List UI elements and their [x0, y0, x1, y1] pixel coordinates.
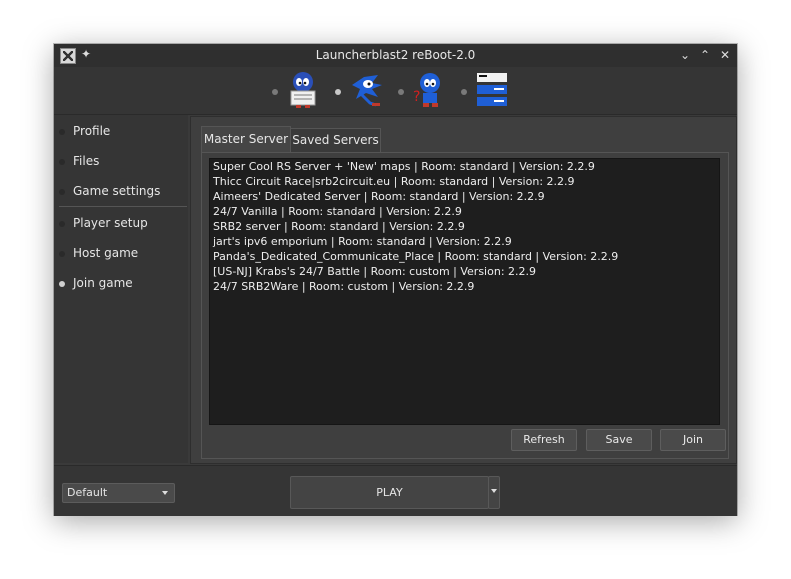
refresh-button[interactable]: Refresh: [511, 429, 577, 451]
server-list-item[interactable]: SRB2 server | Room: standard | Version: …: [213, 220, 713, 235]
sidebar-item-label: Player setup: [73, 216, 148, 230]
page-dot[interactable]: [398, 89, 404, 95]
sidebar-item-host-game[interactable]: Host game: [54, 243, 188, 265]
radio-bullet-icon: [59, 221, 65, 227]
play-button-label: PLAY: [376, 486, 403, 499]
thinking-mascot-icon[interactable]: ?: [411, 71, 447, 109]
save-button-label: Save: [605, 433, 633, 446]
sidebar-item-label: Host game: [73, 246, 139, 260]
server-list-item[interactable]: Thicc Circuit Race|srb2circuit.eu | Room…: [213, 175, 713, 190]
sidebar-item-join-game[interactable]: Join game: [54, 273, 188, 295]
svg-text:?: ?: [413, 89, 420, 105]
footer-bar: Default PLAY: [54, 465, 737, 516]
sidebar-divider: [59, 206, 187, 207]
join-button[interactable]: Join: [660, 429, 726, 451]
join-game-panel: Master Server Saved Servers Super Cool R…: [190, 116, 737, 464]
radio-bullet-icon: [59, 251, 65, 257]
tab-label: Master Server: [203, 132, 289, 146]
header-banner: ?: [54, 67, 737, 115]
profile-select-value: Default: [67, 486, 108, 499]
join-button-label: Join: [682, 433, 703, 446]
sidebar-item-player-setup[interactable]: Player setup: [54, 213, 188, 235]
server-list-item[interactable]: jart's ipv6 emporium | Room: standard | …: [213, 235, 713, 250]
server-list[interactable]: Super Cool RS Server + 'New' maps | Room…: [209, 158, 720, 425]
play-button[interactable]: PLAY: [290, 476, 489, 509]
sidebar-item-label: Profile: [73, 124, 111, 138]
server-list-item[interactable]: Super Cool RS Server + 'New' maps | Room…: [213, 160, 713, 175]
chevron-down-icon: [491, 489, 497, 493]
window-title: Launcherblast2 reBoot-2.0: [315, 48, 476, 62]
page-dot[interactable]: [272, 89, 278, 95]
server-list-item[interactable]: Aimeers' Dedicated Server | Room: standa…: [213, 190, 713, 205]
radio-bullet-icon: [59, 159, 65, 165]
sidebar-item-files[interactable]: Files: [54, 151, 188, 173]
server-list-item[interactable]: [US-NJ] Krabs's 24/7 Battle | Room: cust…: [213, 265, 713, 280]
server-list-icon[interactable]: [474, 71, 510, 109]
minimize-icon[interactable]: ⌄: [677, 47, 693, 63]
close-icon[interactable]: ✕: [717, 47, 733, 63]
radio-bullet-icon: [59, 189, 65, 195]
sidebar-item-game-settings[interactable]: Game settings: [54, 181, 188, 203]
maximize-icon[interactable]: ⌃: [697, 47, 713, 63]
server-list-item[interactable]: Panda's_Dedicated_Communicate_Place | Ro…: [213, 250, 713, 265]
sidebar-item-label: Files: [73, 154, 100, 168]
save-button[interactable]: Save: [586, 429, 652, 451]
sidebar-item-profile[interactable]: Profile: [54, 121, 188, 143]
tab-saved-servers[interactable]: Saved Servers: [290, 128, 381, 152]
play-options-dropdown[interactable]: [488, 476, 500, 509]
sidebar-item-label: Join game: [73, 276, 133, 290]
server-list-item[interactable]: 24/7 Vanilla | Room: standard | Version:…: [213, 205, 713, 220]
page-dot[interactable]: [461, 89, 467, 95]
chevron-down-icon: [162, 491, 168, 495]
radio-bullet-icon: [59, 129, 65, 135]
sidebar: Profile Files Game settings Player setup…: [54, 115, 188, 463]
title-bar[interactable]: ✦ Launcherblast2 reBoot-2.0 ⌄ ⌃ ✕: [54, 44, 737, 67]
reading-mascot-icon[interactable]: [285, 71, 321, 109]
running-mascot-icon[interactable]: [348, 71, 384, 109]
profile-select[interactable]: Default: [62, 483, 175, 503]
refresh-button-label: Refresh: [523, 433, 565, 446]
tab-label: Saved Servers: [292, 133, 379, 147]
page-dot-active[interactable]: [335, 89, 341, 95]
tab-panel: Super Cool RS Server + 'New' maps | Room…: [201, 152, 729, 459]
tab-master-server[interactable]: Master Server: [201, 126, 291, 152]
server-list-item[interactable]: 24/7 SRB2Ware | Room: custom | Version: …: [213, 280, 713, 295]
app-window: ✦ Launcherblast2 reBoot-2.0 ⌄ ⌃ ✕ ? Prof…: [54, 44, 737, 516]
radio-bullet-icon: [59, 281, 65, 287]
sidebar-item-label: Game settings: [73, 184, 161, 198]
